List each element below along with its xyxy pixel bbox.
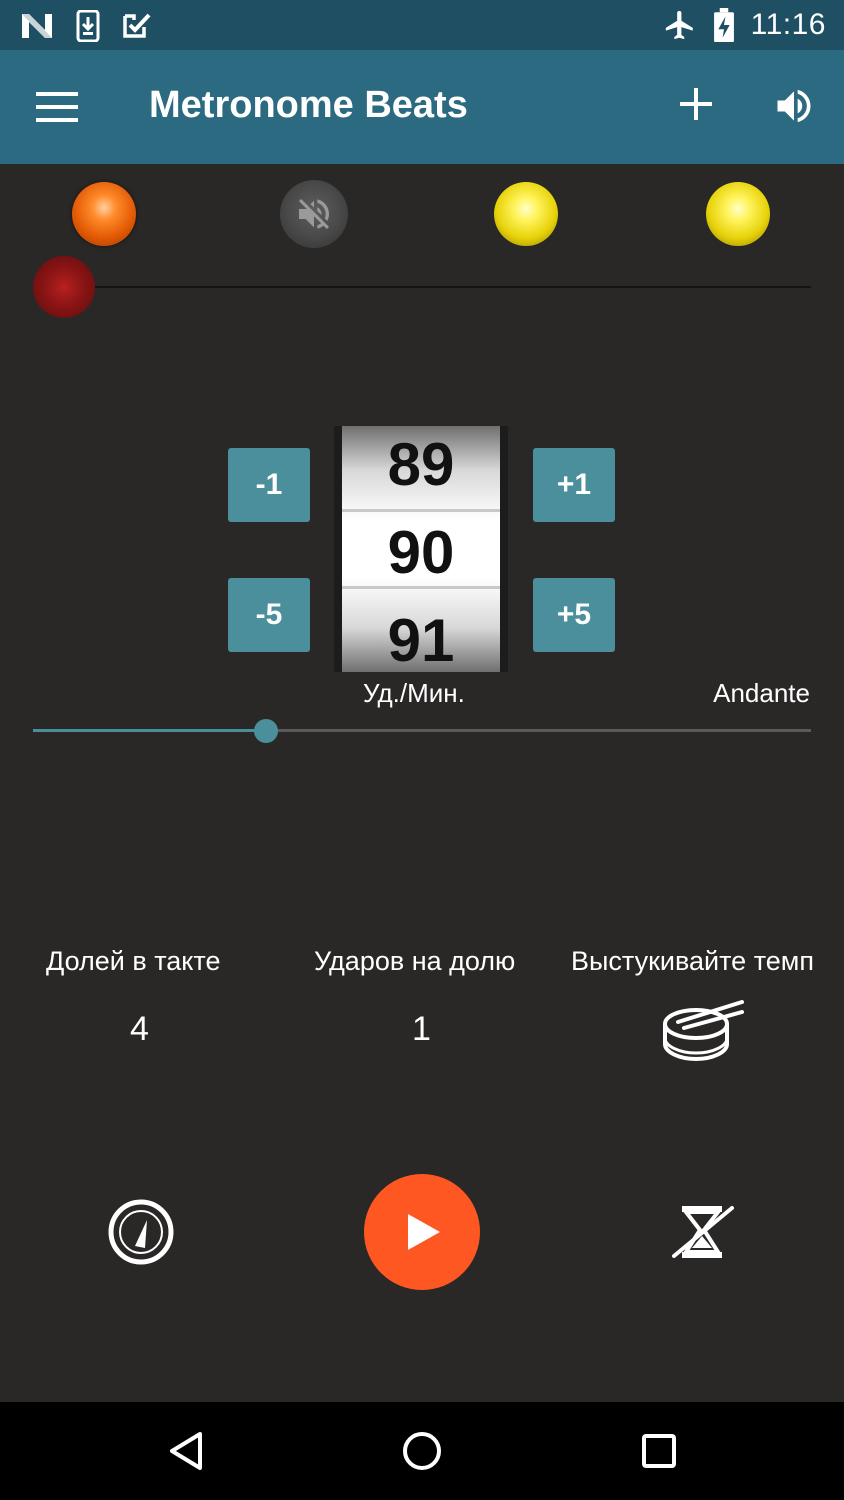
minus-1-button[interactable]: -1 [228,448,310,522]
menu-icon[interactable] [36,90,78,124]
volume-icon[interactable] [772,84,816,128]
play-icon [408,1214,440,1250]
clicks-per-beat-label: Ударов на долю [314,946,516,976]
beats-per-bar-label: Долей в такте [46,946,221,976]
add-icon[interactable] [676,84,716,124]
beat-light-1[interactable] [72,182,136,246]
bpm-current-value[interactable]: 90 [342,518,500,587]
back-icon[interactable] [166,1430,206,1472]
plus-1-button[interactable]: +1 [533,448,615,522]
bpm-unit-label: Уд./Мин. [363,678,465,708]
navigation-bar [0,1402,844,1500]
airplane-icon [665,10,693,40]
status-bar: 11:16 [0,0,844,50]
n-logo-icon [22,14,52,38]
battery-charging-icon [713,8,734,42]
tempo-slider-fill [33,729,267,732]
drum-icon[interactable] [660,998,746,1064]
download-icon [76,10,100,42]
clock: 11:16 [750,8,826,41]
beat-light-2[interactable] [280,180,348,248]
bpm-picker[interactable]: 89 90 91 [334,426,508,675]
tempo-slider-thumb[interactable] [254,719,279,743]
beat-position-indicator [33,256,95,318]
recents-icon[interactable] [641,1433,677,1469]
minus-5-button[interactable]: -5 [228,578,310,652]
bpm-prev-value[interactable]: 89 [342,430,500,499]
speedometer-icon[interactable] [107,1198,175,1266]
tap-tempo-label: Выстукивайте темп [571,946,814,976]
app-bar: Metronome Beats [0,50,844,164]
beat-light-3[interactable] [494,182,558,246]
timer-off-icon[interactable] [670,1202,736,1262]
volume-off-icon [299,199,329,229]
bpm-next-value[interactable]: 91 [342,606,500,675]
beat-light-4[interactable] [706,182,770,246]
app-title: Metronome Beats [149,84,468,126]
play-button[interactable] [364,1174,480,1290]
plus-5-button[interactable]: +5 [533,578,615,652]
tempo-name-label: Andante [713,678,810,708]
clicks-per-beat-value[interactable]: 1 [412,1010,431,1049]
beats-per-bar-value[interactable]: 4 [130,1010,149,1049]
beat-position-track [64,286,811,288]
check-icon [123,13,151,38]
home-icon[interactable] [401,1430,443,1472]
